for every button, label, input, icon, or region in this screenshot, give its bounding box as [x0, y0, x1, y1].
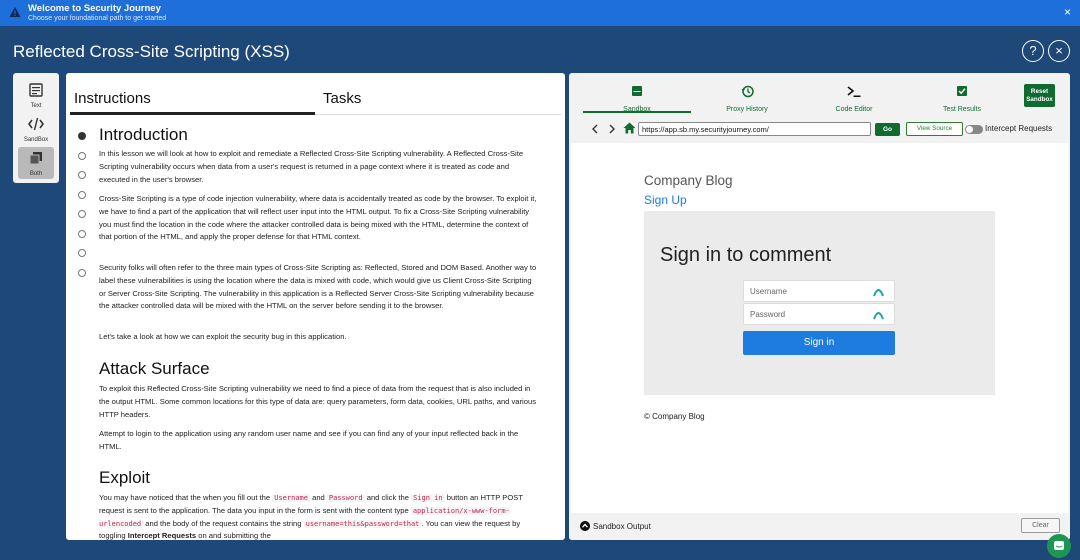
tab-proxy-label: Proxy History — [726, 106, 768, 113]
intro-paragraph: In this lesson we will look at how to ex… — [99, 149, 524, 184]
clear-output-button[interactable]: Clear — [1021, 518, 1060, 533]
banner-subtitle: Choose your foundational path to get sta… — [28, 15, 167, 22]
reset-sandbox-button[interactable]: Reset Sandbox — [1024, 84, 1055, 107]
attack-surface-heading: Attack Surface — [99, 359, 210, 378]
step-dot[interactable] — [78, 210, 86, 218]
introduction-heading: Introduction — [99, 125, 188, 144]
instructions-panel: Instructions Tasks Introduction In this … — [66, 73, 565, 540]
back-arrow-icon[interactable] — [591, 124, 599, 134]
home-icon[interactable] — [623, 122, 636, 134]
inline-code: Password — [326, 494, 365, 502]
exploit-text: You may have noticed that the when you f… — [99, 493, 271, 502]
step-dot[interactable] — [78, 152, 86, 160]
page-footer: © Company Blog — [644, 412, 705, 421]
tab-sandbox[interactable]: Sandbox — [583, 81, 691, 119]
go-button[interactable]: Go — [875, 123, 900, 136]
intro-paragraph: Cross-Site Scripting is a type of code i… — [99, 194, 537, 242]
step-dot[interactable] — [78, 132, 86, 140]
reset-label: Sandbox — [1026, 96, 1053, 103]
history-icon — [741, 85, 754, 98]
sandbox-output-label: Sandbox Output — [593, 522, 651, 531]
tab-test-results-label: Test Results — [942, 106, 982, 113]
exploit-paragraph: You may have noticed that the when you f… — [99, 492, 539, 540]
intro-paragraph: Let's take a look at how we can exploit … — [99, 332, 347, 341]
welcome-banner: Welcome to Security Journey Choose your … — [0, 0, 1080, 26]
inline-code: Sign in — [411, 494, 445, 502]
tab-divider — [315, 114, 561, 115]
warning-icon — [9, 7, 21, 17]
tab-code-editor-label: Code Editor — [835, 106, 873, 113]
form-heading: Sign in to comment — [660, 244, 832, 266]
both-icon — [29, 152, 42, 165]
exploit-heading: Exploit — [99, 468, 151, 487]
exploit-text: and — [312, 493, 325, 502]
mode-both-label: Both — [29, 171, 43, 177]
chat-widget-button[interactable] — [1047, 534, 1071, 558]
close-lesson-button[interactable]: × — [1048, 40, 1070, 62]
help-button[interactable]: ? — [1022, 40, 1044, 62]
intro-paragraph: Security folks will often refer to the t… — [99, 263, 537, 311]
step-dot[interactable] — [78, 249, 86, 257]
blog-title: Company Blog — [644, 173, 733, 188]
password-manager-icon[interactable] — [873, 286, 884, 297]
attack-paragraph: Attempt to login to the application usin… — [99, 429, 519, 451]
code-icon — [28, 117, 44, 131]
mode-text-button[interactable]: Text — [18, 79, 54, 111]
inline-code: username=this&password=that — [303, 519, 422, 528]
forward-arrow-icon[interactable] — [608, 124, 616, 134]
banner-title: Welcome to Security Journey — [28, 3, 161, 14]
mode-text-label: Text — [30, 103, 42, 109]
page-title: Reflected Cross-Site Scripting (XSS) — [13, 42, 290, 61]
username-field[interactable] — [743, 280, 895, 302]
sign-up-link[interactable]: Sign Up — [644, 193, 687, 207]
sandbox-output-bar: Sandbox Output Clear — [569, 513, 1070, 540]
chat-icon — [1054, 541, 1064, 550]
password-input[interactable] — [744, 304, 864, 325]
attack-paragraph: To exploit this Reflected Cross-Site Scr… — [99, 384, 536, 419]
mode-sandbox-button[interactable]: SandBox — [18, 113, 54, 145]
chevron-up-icon[interactable] — [580, 521, 590, 531]
reset-label: Reset — [1030, 88, 1049, 95]
active-tab-indicator — [70, 112, 315, 115]
view-source-button[interactable]: View Source — [906, 122, 963, 136]
exploit-text: and click the — [366, 493, 409, 502]
sandbox-panel: Sandbox Proxy History Code Editor Test R… — [569, 73, 1070, 540]
intercept-requests-label: Intercept Requests — [985, 124, 1053, 133]
tab-proxy-history[interactable]: Proxy History — [702, 81, 792, 119]
exploit-text: and the body of the request contains the… — [145, 518, 302, 528]
password-manager-icon[interactable] — [873, 309, 884, 320]
text-icon — [29, 83, 43, 97]
step-dot[interactable] — [78, 171, 86, 179]
intercept-requests-toggle[interactable] — [965, 125, 983, 134]
step-dot[interactable] — [78, 191, 86, 199]
mode-sandbox-label: SandBox — [23, 137, 49, 143]
sign-in-button[interactable]: Sign in — [743, 331, 895, 355]
checkbox-icon — [957, 86, 967, 96]
password-field[interactable] — [743, 303, 895, 325]
bold-text: Intercept Requests — [127, 531, 197, 540]
sign-in-form: Sign in to comment Sign in — [644, 211, 995, 395]
tab-test-results[interactable]: Test Results — [917, 81, 1007, 119]
exploit-text: on and submitting the — [198, 531, 271, 540]
inline-code: Username — [272, 494, 310, 502]
tab-code-editor[interactable]: Code Editor — [809, 81, 899, 119]
browser-viewport: Company Blog Sign Up Sign in to comment … — [571, 143, 1068, 513]
step-dot[interactable] — [78, 269, 86, 277]
step-dot[interactable] — [78, 230, 86, 238]
tab-tasks[interactable]: Tasks — [323, 90, 361, 107]
active-sandbox-tab-indicator — [583, 111, 691, 113]
tab-instructions[interactable]: Instructions — [74, 90, 151, 107]
sandbox-icon — [632, 86, 642, 96]
mode-both-button[interactable]: Both — [18, 147, 54, 179]
username-input[interactable] — [744, 281, 864, 302]
terminal-icon — [847, 86, 861, 97]
url-input[interactable] — [638, 122, 871, 136]
view-mode-switcher: Text SandBox Both — [13, 73, 59, 183]
banner-close-icon[interactable]: × — [1064, 6, 1071, 18]
